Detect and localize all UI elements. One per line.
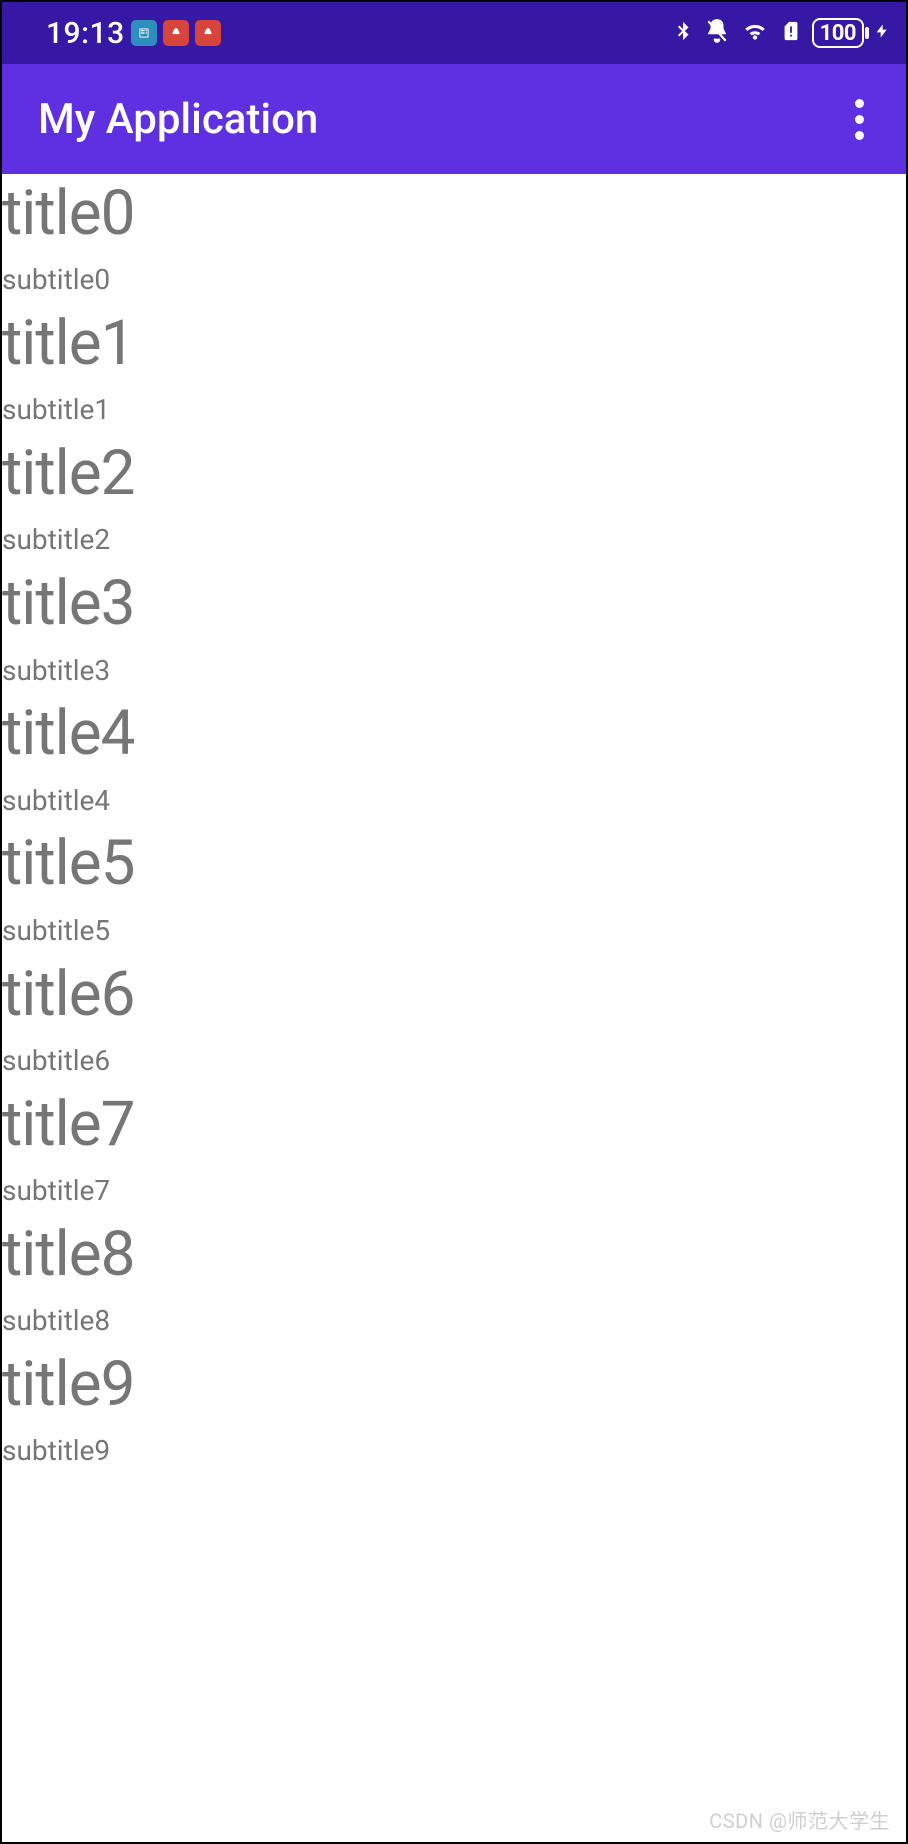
status-bar-right: 100	[672, 17, 890, 49]
list-item-subtitle: subtitle6	[2, 1046, 906, 1077]
list-item-title: title2	[2, 438, 906, 509]
usb-icon	[131, 20, 157, 46]
status-bar: 19:13 100	[2, 2, 906, 64]
status-bar-left: 19:13	[18, 16, 221, 51]
wifi-icon	[740, 18, 770, 48]
more-options-icon[interactable]	[849, 93, 870, 146]
list-item-title: title9	[2, 1349, 906, 1420]
bluetooth-icon	[672, 18, 694, 48]
list-item[interactable]: title0 subtitle0	[2, 174, 906, 304]
list-item-title: title1	[2, 308, 906, 379]
list-item[interactable]: title8 subtitle8	[2, 1215, 906, 1345]
list-item[interactable]: title2 subtitle2	[2, 434, 906, 564]
battery-indicator: 100	[812, 18, 864, 48]
list-item-subtitle: subtitle9	[2, 1436, 906, 1467]
app-title: My Application	[38, 95, 318, 144]
list-item[interactable]: title9 subtitle9	[2, 1345, 906, 1475]
list-item-title: title0	[2, 178, 906, 249]
huawei-icon-2	[195, 20, 221, 46]
list-item-subtitle: subtitle1	[2, 395, 906, 426]
sim-alert-icon	[780, 17, 802, 49]
list-item-subtitle: subtitle7	[2, 1176, 906, 1207]
list-item-title: title6	[2, 959, 906, 1030]
list-item[interactable]: title1 subtitle1	[2, 304, 906, 434]
list-item[interactable]: title3 subtitle3	[2, 564, 906, 694]
list-item-subtitle: subtitle8	[2, 1306, 906, 1337]
list-item-title: title8	[2, 1219, 906, 1290]
list-item-title: title4	[2, 698, 906, 769]
mute-icon	[704, 18, 730, 48]
list-item-title: title3	[2, 568, 906, 639]
battery-text: 100	[820, 21, 856, 46]
list-item[interactable]: title6 subtitle6	[2, 955, 906, 1085]
charging-icon	[874, 17, 890, 49]
list-view[interactable]: title0 subtitle0 title1 subtitle1 title2…	[2, 174, 906, 1475]
watermark: CSDN @师范大学生	[709, 1805, 890, 1834]
app-bar: My Application	[2, 64, 906, 174]
status-time: 19:13	[46, 16, 125, 51]
list-item-title: title7	[2, 1089, 906, 1160]
list-item-subtitle: subtitle5	[2, 916, 906, 947]
list-item[interactable]: title5 subtitle5	[2, 824, 906, 954]
list-item[interactable]: title7 subtitle7	[2, 1085, 906, 1215]
list-item-subtitle: subtitle3	[2, 656, 906, 687]
list-item-subtitle: subtitle4	[2, 786, 906, 817]
huawei-icon-1	[163, 20, 189, 46]
list-item-subtitle: subtitle0	[2, 265, 906, 296]
list-item-title: title5	[2, 828, 906, 899]
list-item[interactable]: title4 subtitle4	[2, 694, 906, 824]
list-item-subtitle: subtitle2	[2, 525, 906, 556]
